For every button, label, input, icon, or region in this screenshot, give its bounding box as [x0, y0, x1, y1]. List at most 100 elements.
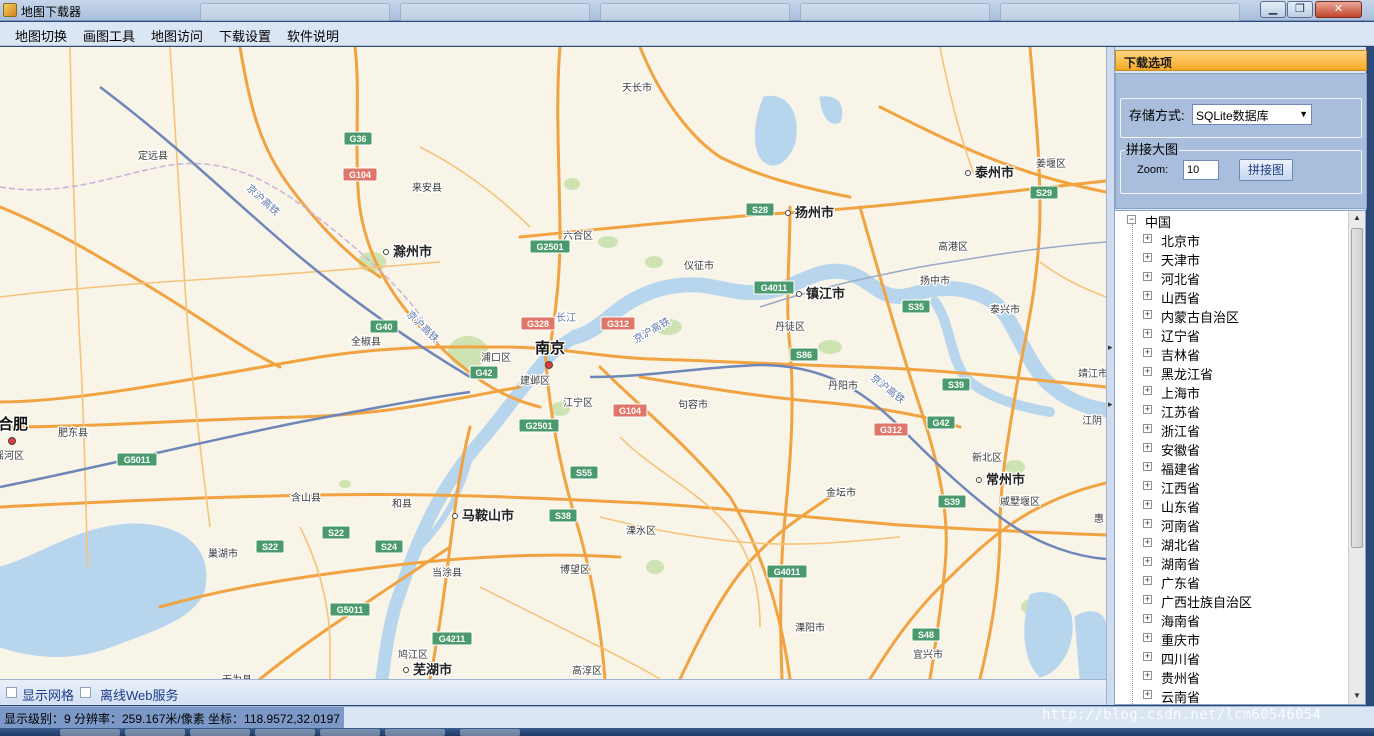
tree-item-label[interactable]: 贵州省: [1161, 668, 1200, 687]
expand-icon[interactable]: +: [1143, 500, 1152, 509]
show-grid-label[interactable]: 显示网格: [22, 685, 74, 704]
expand-icon[interactable]: +: [1143, 291, 1152, 300]
tree-root[interactable]: − 中国: [1115, 211, 1349, 230]
tree-item[interactable]: + 山东省: [1115, 496, 1349, 515]
tree-item-label[interactable]: 黑龙江省: [1161, 364, 1213, 383]
tree-item-label[interactable]: 中国: [1145, 212, 1171, 231]
expand-icon[interactable]: +: [1143, 652, 1152, 661]
expand-icon[interactable]: +: [1143, 519, 1152, 528]
tree-item-label[interactable]: 天津市: [1161, 250, 1200, 269]
storage-select[interactable]: SQLite数据库 ▼: [1192, 104, 1312, 125]
tree-item[interactable]: + 浙江省: [1115, 420, 1349, 439]
expand-icon[interactable]: +: [1143, 538, 1152, 547]
zoom-input[interactable]: 10: [1183, 160, 1219, 180]
tree-item[interactable]: + 湖北省: [1115, 534, 1349, 553]
tree-item[interactable]: + 贵州省: [1115, 667, 1349, 686]
minimize-button[interactable]: ▁: [1260, 1, 1286, 18]
menu-draw-tools[interactable]: 画图工具: [83, 26, 135, 45]
expand-icon[interactable]: +: [1143, 443, 1152, 452]
tree-item[interactable]: + 重庆市: [1115, 629, 1349, 648]
expand-icon[interactable]: +: [1143, 633, 1152, 642]
tree-item-label[interactable]: 辽宁省: [1161, 326, 1200, 345]
close-button[interactable]: ✕: [1315, 1, 1362, 18]
tree-item[interactable]: + 河南省: [1115, 515, 1349, 534]
tree-item-label[interactable]: 吉林省: [1161, 345, 1200, 364]
dropdown-arrow-icon[interactable]: ▼: [1299, 109, 1308, 119]
tree-item[interactable]: + 广西壮族自治区: [1115, 591, 1349, 610]
tree-item[interactable]: + 黑龙江省: [1115, 363, 1349, 382]
maximize-button[interactable]: ❐: [1287, 1, 1313, 18]
expand-icon[interactable]: +: [1143, 329, 1152, 338]
expand-icon[interactable]: +: [1143, 557, 1152, 566]
tree-item-label[interactable]: 福建省: [1161, 459, 1200, 478]
tree-item[interactable]: + 吉林省: [1115, 344, 1349, 363]
tree-item-label[interactable]: 湖南省: [1161, 554, 1200, 573]
tree-item[interactable]: + 北京市: [1115, 230, 1349, 249]
scrollbar-thumb[interactable]: [1351, 228, 1363, 548]
expand-icon[interactable]: +: [1143, 424, 1152, 433]
taskbar-item[interactable]: [460, 729, 520, 736]
tree-item[interactable]: + 福建省: [1115, 458, 1349, 477]
region-tree[interactable]: − 中国 + 北京市 + 天津市 + 河北省 + 山西省 + 内蒙古自治区 + 辽宁省 + 吉林省 + 黑龙江省 +…: [1114, 210, 1366, 705]
scroll-up-icon[interactable]: ▲: [1353, 213, 1361, 222]
taskbar-item[interactable]: [125, 729, 185, 736]
tree-item[interactable]: + 内蒙古自治区: [1115, 306, 1349, 325]
tree-item-label[interactable]: 江西省: [1161, 478, 1200, 497]
offline-web-checkbox[interactable]: [80, 687, 91, 698]
expand-icon[interactable]: +: [1143, 481, 1152, 490]
tree-item-label[interactable]: 内蒙古自治区: [1161, 307, 1239, 326]
collapse-icon[interactable]: −: [1127, 215, 1136, 224]
tree-item[interactable]: + 辽宁省: [1115, 325, 1349, 344]
expand-icon[interactable]: +: [1143, 576, 1152, 585]
tree-scrollbar[interactable]: ▲ ▼: [1348, 211, 1365, 704]
menu-help[interactable]: 软件说明: [287, 26, 339, 45]
taskbar-item[interactable]: [190, 729, 250, 736]
tree-item-label[interactable]: 山西省: [1161, 288, 1200, 307]
expand-icon[interactable]: +: [1143, 595, 1152, 604]
tree-item-label[interactable]: 上海市: [1161, 383, 1200, 402]
expand-icon[interactable]: +: [1143, 462, 1152, 471]
tree-item[interactable]: + 上海市: [1115, 382, 1349, 401]
taskbar-item[interactable]: [385, 729, 445, 736]
expand-icon[interactable]: +: [1143, 671, 1152, 680]
stitch-button[interactable]: 拼接图: [1239, 159, 1293, 181]
taskbar-item[interactable]: [255, 729, 315, 736]
tree-item-label[interactable]: 安徽省: [1161, 440, 1200, 459]
tree-item-label[interactable]: 北京市: [1161, 231, 1200, 250]
menu-map-access[interactable]: 地图访问: [151, 26, 203, 45]
tree-item-label[interactable]: 云南省: [1161, 687, 1200, 704]
expand-icon[interactable]: +: [1143, 310, 1152, 319]
expand-icon[interactable]: +: [1143, 405, 1152, 414]
tree-item[interactable]: + 河北省: [1115, 268, 1349, 287]
expand-icon[interactable]: +: [1143, 234, 1152, 243]
panel-splitter[interactable]: ▸ ▸: [1106, 47, 1114, 705]
expand-icon[interactable]: +: [1143, 386, 1152, 395]
taskbar-item[interactable]: [320, 729, 380, 736]
map-canvas[interactable]: 天长市定远县来安县滁州市六合区仪征市扬州市泰州市姜堰区高港区扬中市镇江市泰兴市全…: [0, 47, 1106, 679]
tree-item-label[interactable]: 海南省: [1161, 611, 1200, 630]
tree-item-label[interactable]: 广西壮族自治区: [1161, 592, 1252, 611]
offline-web-label[interactable]: 离线Web服务: [100, 685, 179, 704]
expand-icon[interactable]: +: [1143, 348, 1152, 357]
tree-item[interactable]: + 江苏省: [1115, 401, 1349, 420]
tree-item-label[interactable]: 江苏省: [1161, 402, 1200, 421]
tree-item[interactable]: + 江西省: [1115, 477, 1349, 496]
expand-icon[interactable]: +: [1143, 614, 1152, 623]
chevron-right-icon[interactable]: ▸: [1108, 342, 1113, 353]
tree-item-label[interactable]: 河南省: [1161, 516, 1200, 535]
show-grid-checkbox[interactable]: [6, 687, 17, 698]
tree-item[interactable]: + 海南省: [1115, 610, 1349, 629]
tree-item-label[interactable]: 山东省: [1161, 497, 1200, 516]
tree-item[interactable]: + 安徽省: [1115, 439, 1349, 458]
expand-icon[interactable]: +: [1143, 253, 1152, 262]
tree-item-label[interactable]: 河北省: [1161, 269, 1200, 288]
tree-item-label[interactable]: 湖北省: [1161, 535, 1200, 554]
expand-icon[interactable]: +: [1143, 690, 1152, 699]
tree-item[interactable]: + 天津市: [1115, 249, 1349, 268]
tree-item-label[interactable]: 四川省: [1161, 649, 1200, 668]
expand-icon[interactable]: +: [1143, 272, 1152, 281]
expand-icon[interactable]: +: [1143, 367, 1152, 376]
scroll-down-icon[interactable]: ▼: [1353, 691, 1361, 700]
tree-item[interactable]: + 四川省: [1115, 648, 1349, 667]
menu-download-settings[interactable]: 下载设置: [219, 26, 271, 45]
